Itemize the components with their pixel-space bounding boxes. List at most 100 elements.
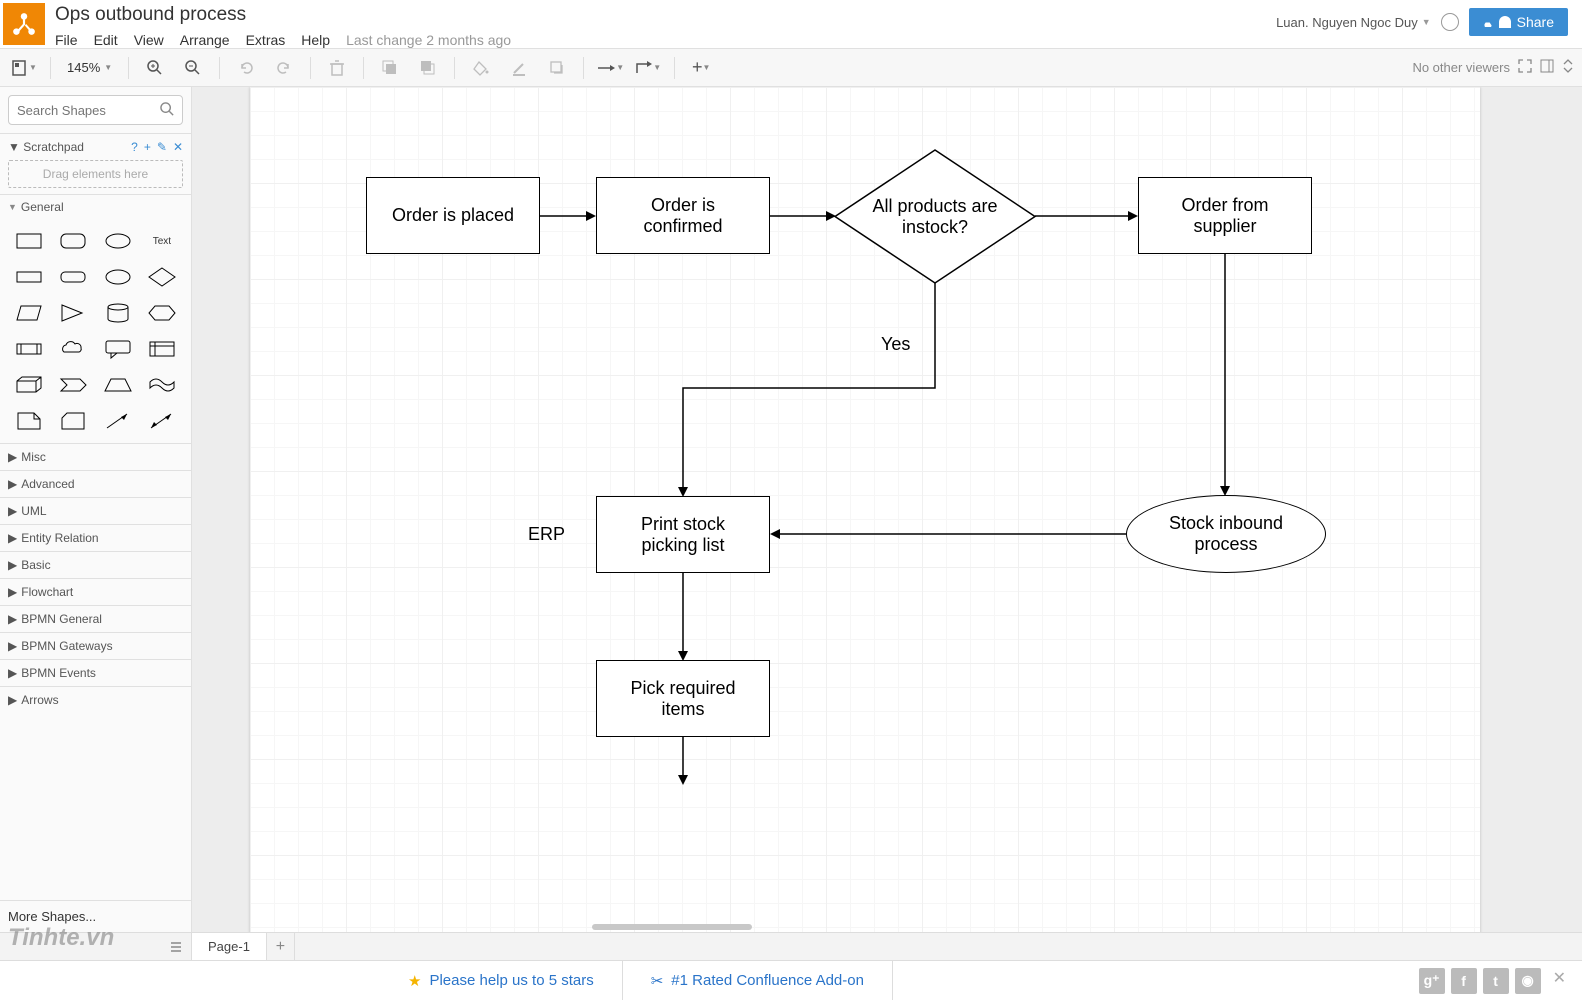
shape-rect[interactable] [8,225,50,257]
section-uml[interactable]: ▶UML [0,497,191,524]
search-shapes-input[interactable] [8,95,183,125]
collapse-icon[interactable] [1562,59,1574,76]
promo-five-stars[interactable]: ★ Please help us to 5 stars [380,961,623,1000]
zoom-out-icon[interactable] [177,54,209,82]
close-promo-icon[interactable]: ✕ [1547,968,1572,994]
shape-callout[interactable] [97,333,139,365]
page-tab-1[interactable]: Page-1 [192,933,267,960]
section-entity-relation[interactable]: ▶Entity Relation [0,524,191,551]
shape-cloud[interactable] [52,333,94,365]
app-logo[interactable] [3,3,45,45]
edge-1[interactable] [540,209,596,223]
insert-icon[interactable]: +▼ [685,54,717,82]
viewers-label: No other viewers [1412,60,1510,75]
section-bpmn-general[interactable]: ▶BPMN General [0,605,191,632]
shape-note[interactable] [8,405,50,437]
menu-view[interactable]: View [134,32,164,48]
section-flowchart[interactable]: ▶Flowchart [0,578,191,605]
section-misc[interactable]: ▶Misc [0,443,191,470]
shape-step[interactable] [52,369,94,401]
fill-color-icon[interactable] [465,54,497,82]
horizontal-scrollbar[interactable] [592,924,752,930]
shape-parallelogram[interactable] [8,297,50,329]
node-pick-items[interactable]: Pick required items [596,660,770,737]
shape-triangle[interactable] [52,297,94,329]
user-name[interactable]: Luan. Nguyen Ngoc Duy ▼ [1276,15,1431,30]
shape-cylinder[interactable] [97,297,139,329]
fullscreen-icon[interactable] [1518,59,1532,76]
edge-print-pick[interactable] [676,573,690,661]
globe-icon[interactable] [1441,13,1459,31]
shape-rounded-rect2[interactable] [52,261,94,293]
twitter-icon[interactable]: t [1483,968,1509,994]
scratchpad-dropzone[interactable]: Drag elements here [8,160,183,188]
waypoint-icon[interactable]: ▼ [632,54,664,82]
document-title[interactable]: Ops outbound process [49,4,1276,26]
facebook-icon[interactable]: f [1451,968,1477,994]
shape-ellipse2[interactable] [97,261,139,293]
section-bpmn-gateways[interactable]: ▶BPMN Gateways [0,632,191,659]
section-arrows[interactable]: ▶Arrows [0,686,191,713]
edge-pick-down[interactable] [676,737,690,785]
node-order-confirmed[interactable]: Order is confirmed [596,177,770,254]
to-front-icon[interactable] [374,54,406,82]
scratchpad-label: Scratchpad [23,140,84,154]
shape-trapezoid[interactable] [97,369,139,401]
node-order-placed[interactable]: Order is placed [366,177,540,254]
node-instock-decision[interactable]: All products are instock? [835,150,1035,283]
node-print-list[interactable]: Print stock picking list [596,496,770,573]
menu-arrange[interactable]: Arrange [180,32,230,48]
scratchpad-edit-icon[interactable]: ✎ [157,140,167,154]
line-color-icon[interactable] [503,54,535,82]
to-back-icon[interactable] [412,54,444,82]
redo-icon[interactable] [268,54,300,82]
undo-icon[interactable] [230,54,262,82]
canvas-area[interactable]: Order is placed Order is confirmed All p… [192,87,1582,932]
shape-rounded-rect[interactable] [52,225,94,257]
shape-process[interactable] [8,333,50,365]
shape-text[interactable]: Text [141,225,183,257]
section-general[interactable]: ▼General [0,195,191,219]
format-panel-icon[interactable] [1540,59,1554,76]
edge-inbound-print[interactable] [770,527,1126,541]
section-bpmn-events[interactable]: ▶BPMN Events [0,659,191,686]
shape-ellipse[interactable] [97,225,139,257]
chevron-down-icon[interactable]: ▼ [8,140,20,154]
menu-edit[interactable]: Edit [94,32,118,48]
shape-bidir-arrow[interactable] [141,405,183,437]
scratchpad-add-icon[interactable]: + [144,140,151,154]
shape-cube[interactable] [8,369,50,401]
shape-arrow-line[interactable] [97,405,139,437]
menu-file[interactable]: File [55,32,78,48]
zoom-level[interactable]: 145% ▼ [61,60,118,75]
section-basic[interactable]: ▶Basic [0,551,191,578]
shape-internal-storage[interactable] [141,333,183,365]
edge-yes[interactable] [676,283,942,497]
scratchpad-close-icon[interactable]: ✕ [173,140,183,154]
menu-help[interactable]: Help [301,32,330,48]
shadow-icon[interactable] [541,54,573,82]
node-inbound-process[interactable]: Stock inbound process [1126,495,1326,573]
connection-icon[interactable]: ▼ [594,54,626,82]
add-page-tab[interactable]: + [267,933,295,960]
shape-rhombus[interactable] [141,261,183,293]
scratchpad-help-icon[interactable]: ? [131,140,138,154]
promo-confluence[interactable]: ✂ #1 Rated Confluence Add-on [623,961,893,1000]
scissors-icon: ✂ [651,972,664,990]
node-order-supplier[interactable]: Order from supplier [1138,177,1312,254]
shape-hexagon[interactable] [141,297,183,329]
shape-rect2[interactable] [8,261,50,293]
edge-supplier-inbound[interactable] [1218,254,1232,496]
github-icon[interactable]: ◉ [1515,968,1541,994]
delete-icon[interactable] [321,54,353,82]
shape-tape[interactable] [141,369,183,401]
menu-extras[interactable]: Extras [246,32,286,48]
page-setup-icon[interactable]: ▼ [8,54,40,82]
share-button[interactable]: Share [1469,8,1568,36]
zoom-in-icon[interactable] [139,54,171,82]
edge-3[interactable] [1035,209,1138,223]
google-plus-icon[interactable]: g⁺ [1419,968,1445,994]
shape-card[interactable] [52,405,94,437]
edge-2[interactable] [770,209,836,223]
section-advanced[interactable]: ▶Advanced [0,470,191,497]
